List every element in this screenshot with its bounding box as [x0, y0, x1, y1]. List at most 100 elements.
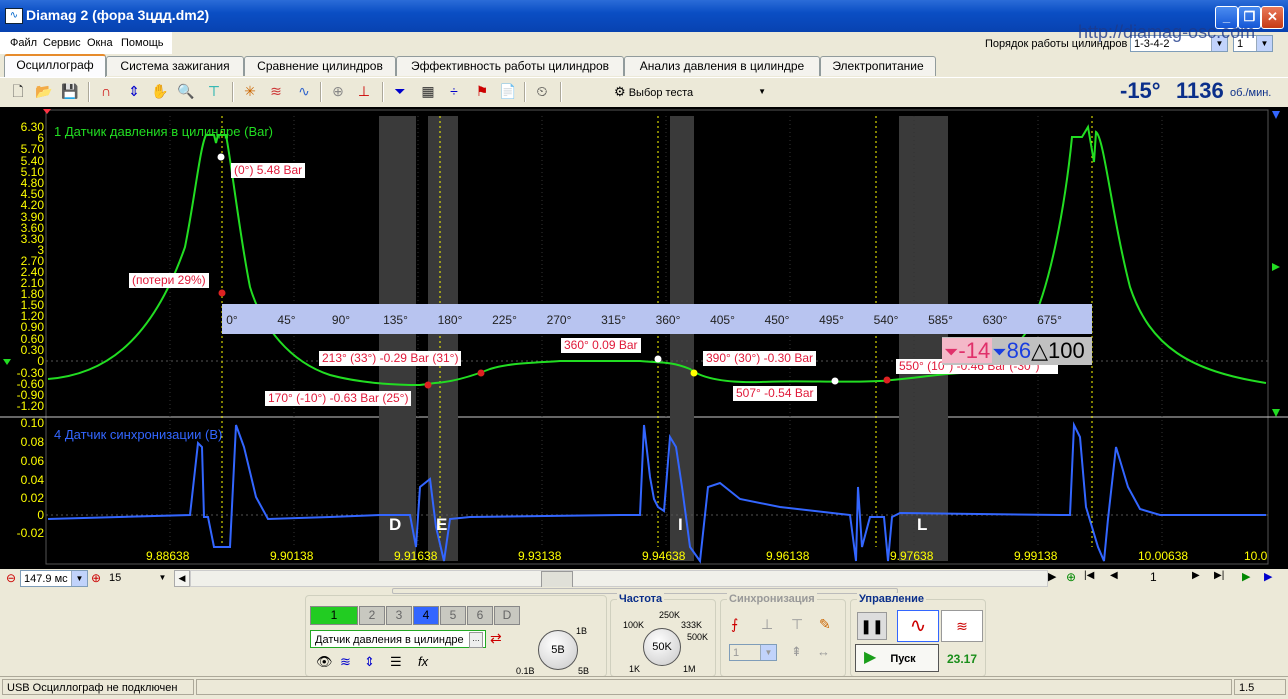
- play-icon[interactable]: ▶: [1242, 570, 1250, 583]
- single-wave-button[interactable]: ∿: [897, 610, 939, 642]
- filter-icon[interactable]: ⏷: [390, 81, 410, 101]
- notes-icon[interactable]: 📄: [498, 81, 518, 101]
- page-number[interactable]: 1: [1150, 570, 1157, 584]
- menu-help[interactable]: Помощь: [121, 37, 164, 49]
- oscilloscope-display[interactable]: 6.30 6 5.70 5.40 5.10 4.80 4.50 4.20 3.90 3.60 3.3…: [0, 107, 1288, 569]
- frequency-dial[interactable]: 50K: [643, 628, 681, 666]
- channel-5-button[interactable]: 5: [440, 606, 466, 625]
- sync-channel-select[interactable]: 1 ▼: [729, 644, 777, 661]
- start-button[interactable]: ▶ Пуск: [855, 644, 939, 672]
- lines-icon[interactable]: ☰: [390, 654, 402, 670]
- close-button[interactable]: ✕: [1261, 6, 1284, 29]
- tab-power[interactable]: Электропитание: [820, 56, 936, 76]
- marker-213: [477, 369, 485, 377]
- sensor-select[interactable]: Датчик давления в цилиндре…: [310, 630, 486, 648]
- ch4-label: 4 Датчик синхронизации (В): [54, 427, 223, 442]
- magnet-icon[interactable]: ∩: [96, 81, 116, 101]
- status-bar: USB Осциллограф не подключен 1.5: [0, 676, 1288, 699]
- sync-pencil-icon[interactable]: ✎: [819, 616, 831, 633]
- voltage-dial[interactable]: 5В: [538, 630, 578, 670]
- start-play-icon: ▶: [864, 649, 877, 666]
- auto-icon[interactable]: ⏲: [532, 81, 552, 101]
- test-select[interactable]: ⚙ Выбор теста ▼: [614, 82, 772, 102]
- eye-icon[interactable]: 👁: [316, 654, 333, 670]
- degree-tick: 495°: [819, 313, 844, 327]
- split-icon[interactable]: ÷: [444, 81, 464, 101]
- annotation-0deg: (0°) 5.48 Bar: [231, 163, 306, 178]
- multi-wave-button[interactable]: ≋: [941, 610, 983, 642]
- timebase-select[interactable]: 147.9 мс ▼: [20, 570, 88, 587]
- rpm-unit: об./мин.: [1230, 87, 1272, 99]
- cursor-tool-icon[interactable]: ⊤: [204, 81, 224, 101]
- sync-up-icon[interactable]: ⊥: [761, 616, 773, 633]
- new-file-icon[interactable]: 🗋: [8, 81, 28, 101]
- save-icon[interactable]: 💾: [60, 81, 80, 101]
- control-group: Управление ❚❚ ∿ ≋ ▶ Пуск 23.17: [850, 593, 986, 677]
- zone-label-e: E: [436, 515, 448, 534]
- zoom-in-icon[interactable]: ⊕: [91, 571, 101, 585]
- tab-ignition[interactable]: Система зажигания: [106, 56, 244, 76]
- open-folder-icon[interactable]: 📂: [34, 81, 54, 101]
- tab-cylinder-efficiency[interactable]: Эффективность работы цилиндров: [396, 56, 624, 76]
- cross-icon[interactable]: ✳: [240, 81, 260, 101]
- annotation-360: 360° 0.09 Bar: [561, 338, 641, 353]
- time-scrollbar[interactable]: [190, 570, 1048, 588]
- menu-windows[interactable]: Окна: [87, 37, 113, 49]
- freq-500k: 500K: [687, 632, 709, 642]
- auto-sync-icon[interactable]: ⊕: [328, 81, 348, 101]
- degree-tick: 540°: [874, 313, 899, 327]
- pause-button[interactable]: ❚❚: [857, 612, 887, 640]
- tab-cylinder-compare[interactable]: Сравнение цилиндров: [244, 56, 396, 76]
- function-icon[interactable]: fx: [418, 654, 428, 669]
- channel-2-button[interactable]: 2: [359, 606, 385, 625]
- sync-down-icon[interactable]: ⊤: [791, 616, 803, 633]
- last-page-icon[interactable]: ▶|: [1214, 570, 1224, 581]
- zoom-select[interactable]: 15 ▼: [106, 570, 170, 587]
- tab-pressure-analysis[interactable]: Анализ давления в цилиндре: [624, 56, 820, 76]
- tab-oscillograph[interactable]: Осциллограф: [4, 54, 106, 78]
- degree-tick: 45°: [277, 313, 295, 327]
- zone-l: [899, 116, 948, 561]
- marker-icon[interactable]: ⚑: [472, 81, 492, 101]
- channel-3-button[interactable]: 3: [386, 606, 412, 625]
- channel-6-button[interactable]: 6: [467, 606, 493, 625]
- vertical-shift-icon[interactable]: ⇕: [364, 654, 375, 670]
- waveform-icon[interactable]: ≋: [340, 654, 351, 670]
- angle-readout: -15°: [1120, 78, 1161, 103]
- scroll-left-button[interactable]: ◀: [174, 570, 190, 587]
- measure-icon[interactable]: ⇕: [124, 81, 144, 101]
- marker-360: [654, 355, 662, 363]
- link-icon[interactable]: ⇄: [490, 630, 502, 647]
- hand-icon[interactable]: ✋: [150, 81, 170, 101]
- menu-file[interactable]: Файл: [10, 37, 37, 49]
- degree-tick: 225°: [492, 313, 517, 327]
- scroll-thumb[interactable]: [541, 571, 573, 588]
- add-icon[interactable]: ⊕: [1066, 570, 1076, 584]
- sync-rising-icon[interactable]: ⨍: [731, 616, 738, 633]
- zoom-icon[interactable]: 🔍: [176, 81, 196, 101]
- annotation-390: 390° (30°) -0.30 Bar: [703, 351, 816, 366]
- next-page-icon[interactable]: ▶: [1192, 570, 1200, 581]
- multi-wave-icon[interactable]: ∿: [294, 81, 314, 101]
- cursor-a-icon: ⏷: [944, 342, 959, 362]
- sync-trace: [47, 421, 1266, 564]
- channel-4-button[interactable]: 4: [413, 606, 439, 625]
- waves-icon[interactable]: ≋: [266, 81, 286, 101]
- grid-icon[interactable]: ▦: [418, 81, 438, 101]
- menu-service[interactable]: Сервис: [43, 37, 81, 49]
- channel-1-button[interactable]: 1: [310, 606, 358, 625]
- sync-level-icon[interactable]: ⇞: [791, 644, 802, 660]
- prev-page-icon[interactable]: ◀: [1110, 570, 1118, 581]
- x-tick-label: 9.90138: [270, 549, 314, 563]
- play-right-icon[interactable]: ▶: [1048, 570, 1056, 583]
- play-blue-icon[interactable]: ▶: [1264, 570, 1272, 583]
- sync-title: Синхронизация: [727, 593, 817, 605]
- zero-icon[interactable]: ⊥: [354, 81, 374, 101]
- channel-d-button[interactable]: D: [494, 606, 520, 625]
- first-page-icon[interactable]: |◀: [1084, 570, 1094, 581]
- ch4-ytick: 0.04: [21, 473, 45, 487]
- x-tick-label: 9.99138: [1014, 549, 1058, 563]
- sync-arrows-icon[interactable]: ↔: [817, 644, 830, 659]
- marker-170: [424, 381, 432, 389]
- zoom-out-icon[interactable]: ⊖: [6, 571, 16, 585]
